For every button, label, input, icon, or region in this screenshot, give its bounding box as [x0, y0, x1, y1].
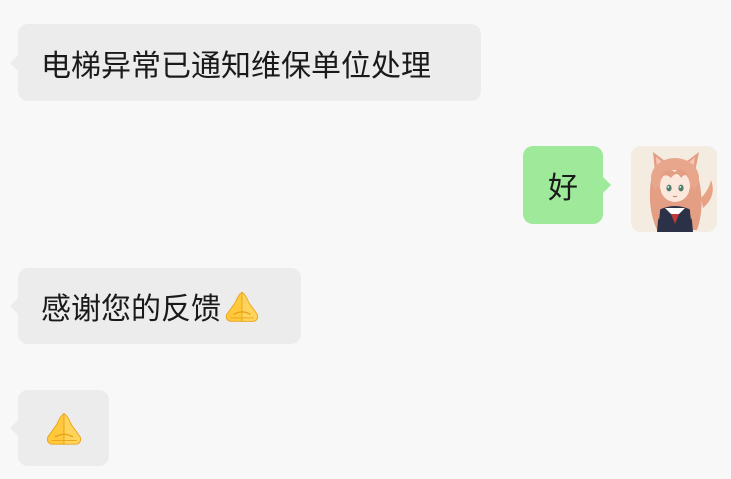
- incoming-message-bubble[interactable]: 感谢您的反馈: [10, 268, 301, 344]
- incoming-message-bubble[interactable]: 电梯异常已通知维保单位处理: [10, 24, 481, 101]
- folded-hands-icon: [225, 291, 259, 322]
- user-avatar[interactable]: [631, 146, 717, 232]
- anime-cat-girl-avatar-icon: [631, 146, 717, 232]
- message-text: 好: [548, 171, 578, 206]
- incoming-message-bubble[interactable]: [10, 390, 109, 466]
- outgoing-message-bubble[interactable]: 好: [523, 146, 611, 224]
- message-text: 感谢您的反馈: [41, 292, 221, 327]
- message-text: 电梯异常已通知维保单位处理: [41, 48, 431, 84]
- folded-hands-icon: [46, 412, 81, 445]
